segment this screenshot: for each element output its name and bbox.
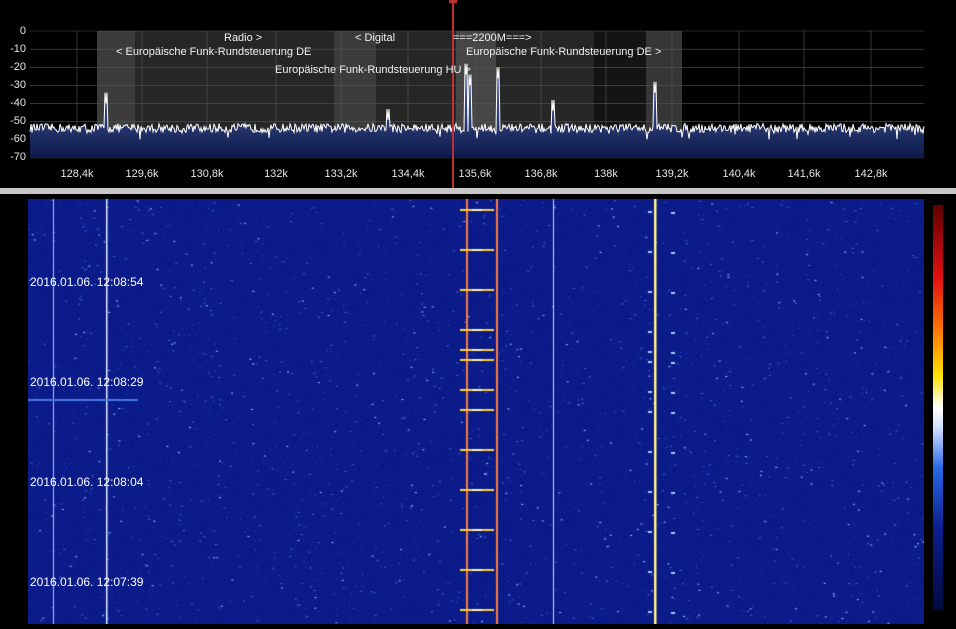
x-axis-label: 136,8k [524,168,558,180]
x-axis-label: 138k [594,168,618,180]
band-label-frs-de[interactable]: < Europäische Funk-Rundsteuerung DE [116,46,311,58]
y-axis-label: -10 [10,43,26,55]
y-axis-label: 0 [19,25,26,37]
band-label-radio[interactable]: Radio > [224,32,262,44]
x-axis-label: 135,6k [458,168,492,180]
y-axis-label: -60 [10,133,26,145]
x-axis-label: 128,4k [60,168,94,180]
spectrum-plot[interactable] [0,0,956,188]
band-label-frs-hu[interactable]: Europäische Funk-Rundsteuerung HU > [275,64,471,76]
x-axis-label: 132k [264,168,288,180]
y-axis-label: -50 [10,115,26,127]
waterfall-timestamp: 2016.01.06. 12:08:54 [30,275,144,289]
x-axis-label: 130,8k [190,168,224,180]
tuning-marker-bar [449,0,457,3]
x-axis-label: 141,6k [787,168,821,180]
y-axis-label: -20 [10,61,26,73]
x-axis-label: 133,2k [324,168,358,180]
x-axis-label: 139,2k [655,168,689,180]
band-label-frs-de-right[interactable]: Europäische Funk-Rundsteuerung DE > [466,46,661,58]
band-label-digital[interactable]: < Digital [355,32,395,44]
color-scale-icon [933,205,943,610]
x-axis-label: 134,4k [391,168,425,180]
y-axis-label: -40 [10,97,26,109]
waterfall-timestamp: 2016.01.06. 12:07:39 [30,575,144,589]
waterfall-panel[interactable]: 2016.01.06. 12:08:54 2016.01.06. 12:08:2… [0,194,956,629]
x-axis-label: 142,8k [854,168,888,180]
x-axis-label: 140,4k [722,168,756,180]
waterfall-timestamp: 2016.01.06. 12:08:04 [30,475,144,489]
band-label-2200m[interactable]: ===2200M===> [453,32,532,44]
x-axis-label: 129,6k [125,168,159,180]
waterfall-timestamp: 2016.01.06. 12:08:29 [30,375,144,389]
spectrum-panel[interactable]: 0 -10 -20 -30 -40 -50 -60 -70 128,4k 129… [0,0,956,188]
waterfall-display[interactable] [28,199,924,624]
y-axis-label: -30 [10,79,26,91]
y-axis-label: -70 [10,151,26,163]
